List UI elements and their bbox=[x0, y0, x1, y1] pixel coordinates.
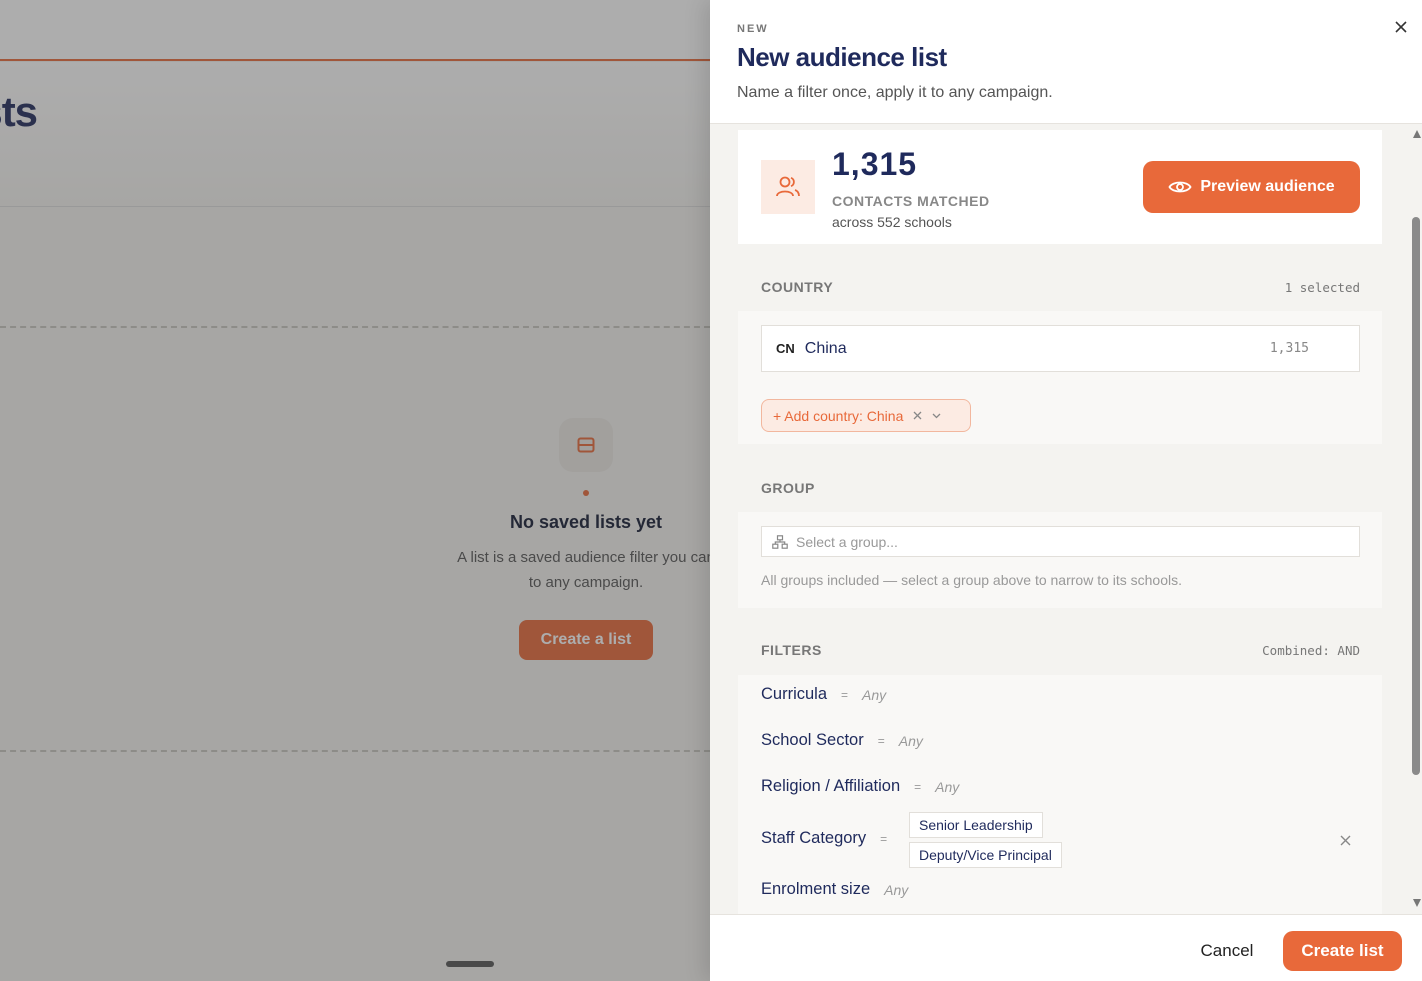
filter-value: Any bbox=[898, 732, 923, 749]
contacts-count: 1,315 bbox=[832, 146, 918, 182]
drawer-subtitle: Name a filter once, apply it to any camp… bbox=[737, 84, 1053, 101]
filter-value: Any bbox=[862, 686, 887, 703]
scroll-up-arrow[interactable] bbox=[1413, 130, 1421, 138]
filter-operator: = bbox=[841, 687, 849, 702]
group-section-label: GROUP bbox=[761, 480, 815, 496]
staff-category-tags: Senior Leadership Deputy/Vice Principal bbox=[909, 812, 1062, 868]
modal-backdrop[interactable] bbox=[0, 0, 710, 981]
filters-section-label: FILTERS bbox=[761, 642, 822, 658]
group-hint: All groups included — select a group abo… bbox=[761, 572, 1183, 588]
contacts-count-label: CONTACTS MATCHED bbox=[832, 193, 990, 209]
schools-count: across 552 schools bbox=[832, 214, 952, 230]
filter-row-staff-category[interactable]: Staff Category = bbox=[761, 829, 887, 848]
filter-value: Any bbox=[935, 778, 960, 795]
country-section-label: COUNTRY bbox=[761, 279, 834, 295]
chevron-down-icon[interactable] bbox=[932, 413, 941, 419]
audience-summary-card: 1,315 CONTACTS MATCHED across 552 school… bbox=[738, 130, 1382, 244]
country-row[interactable]: CN China 1,315 bbox=[761, 325, 1360, 372]
group-section: All groups included — select a group abo… bbox=[738, 512, 1382, 608]
filters-section: Curricula = Any School Sector = Any Reli… bbox=[738, 675, 1382, 914]
scroll-down-arrow[interactable] bbox=[1413, 899, 1421, 907]
group-select[interactable] bbox=[761, 526, 1360, 557]
new-list-drawer: NEW New audience list Name a filter once… bbox=[710, 0, 1422, 981]
filter-tag[interactable]: Senior Leadership bbox=[909, 812, 1043, 838]
filter-name: Enrolment size bbox=[761, 880, 871, 898]
drawer-title: New audience list bbox=[737, 42, 947, 72]
drawer-eyebrow: NEW bbox=[737, 23, 769, 35]
filter-row-school-sector[interactable]: School Sector = Any bbox=[761, 731, 923, 750]
drawer-header: NEW New audience list Name a filter once… bbox=[710, 0, 1422, 124]
filter-row-curricula[interactable]: Curricula = Any bbox=[761, 685, 886, 704]
drawer-footer: Cancel Create list bbox=[710, 914, 1422, 981]
filter-row-enrolment-size[interactable]: Enrolment size Any bbox=[761, 880, 908, 899]
country-selected-count: 1 selected bbox=[1284, 280, 1360, 295]
group-search-input[interactable] bbox=[796, 533, 1336, 550]
add-country-label: + Add country: China bbox=[773, 407, 904, 424]
country-contact-count: 1,315 bbox=[1269, 341, 1309, 356]
add-country-chip[interactable]: + Add country: China bbox=[761, 399, 971, 432]
filter-tag[interactable]: Deputy/Vice Principal bbox=[909, 842, 1062, 868]
filter-value: Any bbox=[884, 881, 909, 898]
country-code: CN bbox=[776, 341, 795, 356]
filter-operator: = bbox=[880, 831, 888, 846]
drawer-body: 1,315 CONTACTS MATCHED across 552 school… bbox=[710, 124, 1422, 914]
filter-operator: = bbox=[877, 733, 885, 748]
scrollbar-thumb[interactable] bbox=[1412, 217, 1420, 775]
filter-row-religion[interactable]: Religion / Affiliation = Any bbox=[761, 777, 959, 796]
preview-audience-button[interactable]: Preview audience bbox=[1143, 161, 1360, 213]
create-list-submit-button[interactable]: Create list bbox=[1283, 931, 1402, 971]
filter-operator: = bbox=[914, 779, 922, 794]
close-icon[interactable] bbox=[913, 411, 922, 420]
eye-icon bbox=[1168, 181, 1192, 193]
close-icon[interactable] bbox=[1336, 831, 1354, 849]
close-icon[interactable] bbox=[1390, 16, 1412, 38]
filter-name: Religion / Affiliation bbox=[761, 777, 901, 795]
filter-name: Curricula bbox=[761, 685, 828, 703]
country-section: CN China 1,315 + Add country: China bbox=[738, 311, 1382, 444]
hierarchy-icon bbox=[772, 534, 788, 549]
country-name: China bbox=[804, 339, 847, 357]
filters-combine-mode: Combined: AND bbox=[1262, 643, 1360, 658]
users-icon bbox=[761, 160, 815, 214]
preview-audience-label: Preview audience bbox=[1200, 178, 1335, 195]
cancel-button[interactable]: Cancel bbox=[1184, 935, 1270, 967]
filter-name: School Sector bbox=[761, 731, 864, 749]
filter-name: Staff Category bbox=[761, 829, 867, 847]
